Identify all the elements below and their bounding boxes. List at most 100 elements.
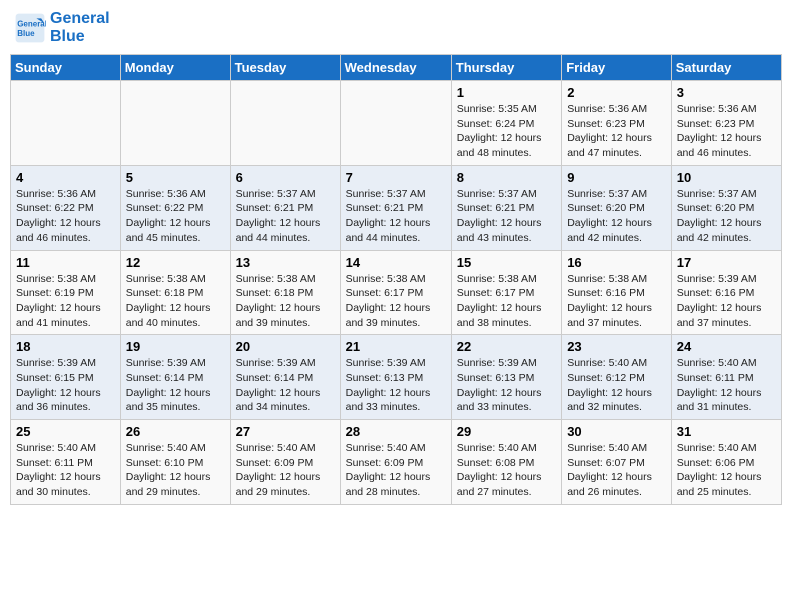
calendar-cell bbox=[120, 81, 230, 166]
calendar-cell: 21 Sunrise: 5:39 AM Sunset: 6:13 PM Dayli… bbox=[340, 335, 451, 420]
day-detail: Sunrise: 5:37 AM Sunset: 6:20 PM Dayligh… bbox=[567, 187, 666, 246]
weekday-header-row: SundayMondayTuesdayWednesdayThursdayFrid… bbox=[11, 55, 782, 81]
calendar-cell: 17 Sunrise: 5:39 AM Sunset: 6:16 PM Dayli… bbox=[671, 250, 781, 335]
day-detail: Sunrise: 5:39 AM Sunset: 6:16 PM Dayligh… bbox=[677, 272, 776, 331]
day-detail: Sunrise: 5:40 AM Sunset: 6:08 PM Dayligh… bbox=[457, 441, 556, 500]
day-detail: Sunrise: 5:36 AM Sunset: 6:23 PM Dayligh… bbox=[567, 102, 666, 161]
svg-text:Blue: Blue bbox=[17, 29, 35, 38]
day-number: 8 bbox=[457, 170, 556, 185]
day-detail: Sunrise: 5:39 AM Sunset: 6:13 PM Dayligh… bbox=[457, 356, 556, 415]
day-number: 31 bbox=[677, 424, 776, 439]
day-number: 13 bbox=[236, 255, 335, 270]
calendar-cell: 14Sunrise: 5:38 AM Sunset: 6:17 PM Dayli… bbox=[340, 250, 451, 335]
day-number: 28 bbox=[346, 424, 446, 439]
logo: General Blue General Blue bbox=[14, 10, 110, 46]
day-detail: Sunrise: 5:37 AM Sunset: 6:20 PM Dayligh… bbox=[677, 187, 776, 246]
day-number: 25 bbox=[16, 424, 115, 439]
weekday-header-thursday: Thursday bbox=[451, 55, 561, 81]
day-number: 5 bbox=[126, 170, 225, 185]
calendar-cell: 20 Sunrise: 5:39 AM Sunset: 6:14 PM Dayli… bbox=[230, 335, 340, 420]
calendar-cell: 7 Sunrise: 5:37 AM Sunset: 6:21 PM Daylig… bbox=[340, 165, 451, 250]
calendar-cell: 27 Sunrise: 5:40 AM Sunset: 6:09 PM Dayli… bbox=[230, 420, 340, 505]
day-detail: Sunrise: 5:38 AM Sunset: 6:18 PM Dayligh… bbox=[126, 272, 225, 331]
day-detail: Sunrise: 5:39 AM Sunset: 6:15 PM Dayligh… bbox=[16, 356, 115, 415]
calendar-cell: 31 Sunrise: 5:40 AM Sunset: 6:06 PM Dayli… bbox=[671, 420, 781, 505]
day-detail: Sunrise: 5:36 AM Sunset: 6:22 PM Dayligh… bbox=[16, 187, 115, 246]
calendar-week-row: 25 Sunrise: 5:40 AM Sunset: 6:11 PM Dayli… bbox=[11, 420, 782, 505]
calendar-week-row: 1 Sunrise: 5:35 AM Sunset: 6:24 PM Daylig… bbox=[11, 81, 782, 166]
calendar-cell: 30 Sunrise: 5:40 AM Sunset: 6:07 PM Dayli… bbox=[562, 420, 672, 505]
day-number: 24 bbox=[677, 339, 776, 354]
weekday-header-saturday: Saturday bbox=[671, 55, 781, 81]
day-detail: Sunrise: 5:40 AM Sunset: 6:11 PM Dayligh… bbox=[16, 441, 115, 500]
calendar-cell: 9 Sunrise: 5:37 AM Sunset: 6:20 PM Daylig… bbox=[562, 165, 672, 250]
day-detail: Sunrise: 5:40 AM Sunset: 6:10 PM Dayligh… bbox=[126, 441, 225, 500]
day-detail: Sunrise: 5:40 AM Sunset: 6:09 PM Dayligh… bbox=[236, 441, 335, 500]
calendar-cell: 13 Sunrise: 5:38 AM Sunset: 6:18 PM Dayli… bbox=[230, 250, 340, 335]
day-detail: Sunrise: 5:38 AM Sunset: 6:18 PM Dayligh… bbox=[236, 272, 335, 331]
calendar-cell: 11 Sunrise: 5:38 AM Sunset: 6:19 PM Dayli… bbox=[11, 250, 121, 335]
day-detail: Sunrise: 5:38 AM Sunset: 6:16 PM Dayligh… bbox=[567, 272, 666, 331]
day-detail: Sunrise: 5:37 AM Sunset: 6:21 PM Dayligh… bbox=[346, 187, 446, 246]
day-detail: Sunrise: 5:36 AM Sunset: 6:23 PM Dayligh… bbox=[677, 102, 776, 161]
day-number: 7 bbox=[346, 170, 446, 185]
calendar-cell: 22Sunrise: 5:39 AM Sunset: 6:13 PM Dayli… bbox=[451, 335, 561, 420]
day-detail: Sunrise: 5:40 AM Sunset: 6:11 PM Dayligh… bbox=[677, 356, 776, 415]
day-number: 1 bbox=[457, 85, 556, 100]
day-detail: Sunrise: 5:39 AM Sunset: 6:14 PM Dayligh… bbox=[236, 356, 335, 415]
day-detail: Sunrise: 5:40 AM Sunset: 6:06 PM Dayligh… bbox=[677, 441, 776, 500]
logo-icon: General Blue bbox=[14, 12, 46, 44]
weekday-header-wednesday: Wednesday bbox=[340, 55, 451, 81]
day-detail: Sunrise: 5:40 AM Sunset: 6:09 PM Dayligh… bbox=[346, 441, 446, 500]
calendar-cell: 10 Sunrise: 5:37 AM Sunset: 6:20 PM Dayli… bbox=[671, 165, 781, 250]
calendar-cell: 12Sunrise: 5:38 AM Sunset: 6:18 PM Dayli… bbox=[120, 250, 230, 335]
calendar-cell: 29 Sunrise: 5:40 AM Sunset: 6:08 PM Dayli… bbox=[451, 420, 561, 505]
calendar-cell: 16 Sunrise: 5:38 AM Sunset: 6:16 PM Dayli… bbox=[562, 250, 672, 335]
day-number: 2 bbox=[567, 85, 666, 100]
calendar-cell: 15 Sunrise: 5:38 AM Sunset: 6:17 PM Dayli… bbox=[451, 250, 561, 335]
day-number: 3 bbox=[677, 85, 776, 100]
calendar-cell: 1 Sunrise: 5:35 AM Sunset: 6:24 PM Daylig… bbox=[451, 81, 561, 166]
calendar-body: 1 Sunrise: 5:35 AM Sunset: 6:24 PM Daylig… bbox=[11, 81, 782, 505]
day-detail: Sunrise: 5:40 AM Sunset: 6:07 PM Dayligh… bbox=[567, 441, 666, 500]
day-number: 11 bbox=[16, 255, 115, 270]
day-number: 27 bbox=[236, 424, 335, 439]
calendar-cell: 6Sunrise: 5:37 AM Sunset: 6:21 PM Daylig… bbox=[230, 165, 340, 250]
day-detail: Sunrise: 5:37 AM Sunset: 6:21 PM Dayligh… bbox=[457, 187, 556, 246]
calendar-week-row: 4 Sunrise: 5:36 AM Sunset: 6:22 PM Daylig… bbox=[11, 165, 782, 250]
calendar-cell bbox=[230, 81, 340, 166]
calendar-cell: 26 Sunrise: 5:40 AM Sunset: 6:10 PM Dayli… bbox=[120, 420, 230, 505]
day-detail: Sunrise: 5:39 AM Sunset: 6:13 PM Dayligh… bbox=[346, 356, 446, 415]
day-detail: Sunrise: 5:40 AM Sunset: 6:12 PM Dayligh… bbox=[567, 356, 666, 415]
day-number: 20 bbox=[236, 339, 335, 354]
calendar-table: SundayMondayTuesdayWednesdayThursdayFrid… bbox=[10, 54, 782, 505]
day-number: 10 bbox=[677, 170, 776, 185]
day-detail: Sunrise: 5:35 AM Sunset: 6:24 PM Dayligh… bbox=[457, 102, 556, 161]
day-number: 21 bbox=[346, 339, 446, 354]
day-number: 16 bbox=[567, 255, 666, 270]
day-detail: Sunrise: 5:38 AM Sunset: 6:17 PM Dayligh… bbox=[457, 272, 556, 331]
logo-text: General Blue bbox=[50, 10, 110, 46]
calendar-cell: 28 Sunrise: 5:40 AM Sunset: 6:09 PM Dayli… bbox=[340, 420, 451, 505]
day-number: 29 bbox=[457, 424, 556, 439]
calendar-cell: 2 Sunrise: 5:36 AM Sunset: 6:23 PM Daylig… bbox=[562, 81, 672, 166]
calendar-week-row: 18Sunrise: 5:39 AM Sunset: 6:15 PM Dayli… bbox=[11, 335, 782, 420]
day-detail: Sunrise: 5:39 AM Sunset: 6:14 PM Dayligh… bbox=[126, 356, 225, 415]
day-detail: Sunrise: 5:37 AM Sunset: 6:21 PM Dayligh… bbox=[236, 187, 335, 246]
weekday-header-sunday: Sunday bbox=[11, 55, 121, 81]
calendar-cell: 24 Sunrise: 5:40 AM Sunset: 6:11 PM Dayli… bbox=[671, 335, 781, 420]
day-number: 14 bbox=[346, 255, 446, 270]
day-number: 9 bbox=[567, 170, 666, 185]
day-number: 17 bbox=[677, 255, 776, 270]
day-number: 19 bbox=[126, 339, 225, 354]
day-number: 15 bbox=[457, 255, 556, 270]
calendar-cell: 25 Sunrise: 5:40 AM Sunset: 6:11 PM Dayli… bbox=[11, 420, 121, 505]
day-number: 4 bbox=[16, 170, 115, 185]
day-detail: Sunrise: 5:38 AM Sunset: 6:19 PM Dayligh… bbox=[16, 272, 115, 331]
page-header: General Blue General Blue bbox=[10, 10, 782, 46]
day-number: 30 bbox=[567, 424, 666, 439]
calendar-cell bbox=[340, 81, 451, 166]
calendar-cell: 5Sunrise: 5:36 AM Sunset: 6:22 PM Daylig… bbox=[120, 165, 230, 250]
calendar-cell: 18Sunrise: 5:39 AM Sunset: 6:15 PM Dayli… bbox=[11, 335, 121, 420]
day-number: 26 bbox=[126, 424, 225, 439]
